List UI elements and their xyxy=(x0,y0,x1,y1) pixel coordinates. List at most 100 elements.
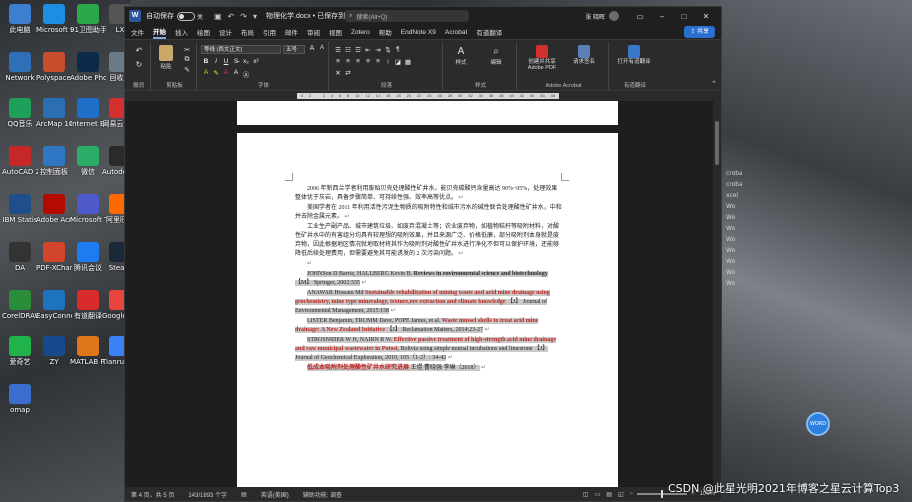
copy-icon[interactable]: ⧉ xyxy=(181,56,193,64)
avatar[interactable] xyxy=(609,11,619,21)
tab-2[interactable]: 插入 xyxy=(175,27,188,37)
minimize-icon[interactable]: – xyxy=(651,12,673,21)
sort-icon[interactable]: ⇅ xyxy=(383,46,393,54)
align-right-icon[interactable]: ≡ xyxy=(353,58,363,66)
shrink-font-icon[interactable]: A xyxy=(317,45,327,51)
zoom-out-icon[interactable]: − xyxy=(630,491,634,497)
ribbon-display-icon[interactable]: ▭ xyxy=(629,12,651,21)
show-marks-icon[interactable]: ¶ xyxy=(393,46,403,54)
desktop-icon[interactable]: Network xyxy=(2,52,38,82)
cut-icon[interactable]: ✂ xyxy=(181,46,193,54)
enclose-char-icon[interactable]: Ⓐ xyxy=(241,69,251,79)
ruler[interactable]: 4 2 2 4 6 8 10 12 14 16 18 20 22 24 26 28 30 32 34 36 38 40 42… xyxy=(125,91,721,101)
paste-button[interactable]: 粘贴 xyxy=(155,45,177,70)
desktop-icon[interactable]: Adobe Acrobat DC xyxy=(36,194,72,224)
desktop-icon[interactable]: 91卫图助手 xyxy=(70,4,106,34)
desktop-icon[interactable]: CorelDRAW 2019 (64-Bit) xyxy=(2,290,38,320)
desktop-icon[interactable]: AutoCAD 2022 xyxy=(2,146,38,176)
proofing-icon[interactable]: ▤ xyxy=(241,491,247,498)
collapse-ribbon-icon[interactable]: ⌃ xyxy=(711,80,717,88)
read-mode-icon[interactable]: ▭ xyxy=(595,491,601,498)
desktop-icon[interactable]: 爱奇艺 xyxy=(2,336,38,366)
desktop-icon[interactable]: Microsoft Edge xyxy=(36,4,72,34)
print-layout-icon[interactable]: ▤ xyxy=(606,491,612,498)
multilevel-icon[interactable]: ☲ xyxy=(353,46,363,54)
youdao-translate-button[interactable]: 打开有道翻译 xyxy=(615,45,653,65)
font-size-select[interactable]: 五号 xyxy=(283,45,305,54)
text-direction-icon[interactable]: ⇄ xyxy=(343,69,353,77)
tab-4[interactable]: 设计 xyxy=(219,27,232,37)
tab-3[interactable]: 绘图 xyxy=(197,27,210,37)
desktop-icon[interactable]: EasyConnect xyxy=(36,290,72,320)
desktop-icon[interactable]: MATLAB R2018a xyxy=(70,336,106,366)
vertical-scrollbar[interactable] xyxy=(713,101,721,489)
desktop-icon[interactable]: ZY xyxy=(36,336,72,366)
bullets-icon[interactable]: ☰ xyxy=(333,46,343,54)
desktop-icon[interactable]: 腾讯会议 xyxy=(70,242,106,272)
tab-0[interactable]: 文件 xyxy=(131,27,144,37)
font-color-icon[interactable]: A xyxy=(221,69,231,79)
redo-icon[interactable]: ↷ xyxy=(240,12,247,21)
desktop-icon[interactable]: ArcMap 10.8 xyxy=(36,98,72,128)
desktop-icon[interactable]: omap xyxy=(2,384,38,414)
redo-button[interactable]: ↻ xyxy=(131,60,147,69)
styles-button[interactable]: A 样式 xyxy=(449,46,473,66)
word-count[interactable]: 143/1893 个字 xyxy=(188,490,227,499)
text-effects-icon[interactable]: A xyxy=(201,69,211,79)
web-layout-icon[interactable]: ◱ xyxy=(618,491,624,498)
desktop-icon[interactable]: QQ音乐 xyxy=(2,98,38,128)
maximize-icon[interactable]: □ xyxy=(673,12,695,21)
desktop-icon[interactable]: Adobe Photoshop xyxy=(70,52,106,82)
tab-13[interactable]: Acrobat xyxy=(445,29,467,36)
increase-indent-icon[interactable]: ⇥ xyxy=(373,46,383,54)
shading-icon[interactable]: ◪ xyxy=(393,58,403,66)
language-indicator[interactable]: 英语(美国) xyxy=(261,490,289,499)
page-indicator[interactable]: 第 4 页，共 5 页 xyxy=(131,490,174,499)
desktop-icon[interactable]: Polyspace R2018a xyxy=(36,52,72,82)
desktop-icon[interactable]: 控制面板 xyxy=(36,146,72,176)
desktop-icon[interactable]: 有道翻译 xyxy=(70,290,106,320)
create-pdf-button[interactable]: 创建并共享 Adobe PDF xyxy=(521,45,563,71)
desktop-icon[interactable]: Microsoft Teams xyxy=(70,194,106,224)
document-body[interactable]: 2006 年新西兰学者利用废贻贝壳处理酸性矿井水，能贝壳碳酸钙含量高达 90%~… xyxy=(295,185,563,374)
tab-1[interactable]: 开始 xyxy=(153,26,166,39)
tab-11[interactable]: 帮助 xyxy=(379,27,392,37)
tab-14[interactable]: 有道翻译 xyxy=(476,27,502,37)
tab-12[interactable]: EndNote X9 xyxy=(401,29,436,36)
tab-6[interactable]: 引用 xyxy=(263,27,276,37)
desktop-icon[interactable]: DA xyxy=(2,242,38,272)
tab-9[interactable]: 视图 xyxy=(329,27,342,37)
distribute-icon[interactable]: ≡ xyxy=(373,58,383,66)
italic-button[interactable]: I xyxy=(211,58,221,65)
desktop-icon[interactable]: 微信 xyxy=(70,146,106,176)
user-name[interactable]: 张 晓晖 xyxy=(585,12,605,21)
desktop-icon[interactable]: Internet Explorer xyxy=(70,98,106,128)
editing-button[interactable]: ⌕ 编辑 xyxy=(481,46,511,66)
share-button[interactable]: ⇪ 共享 xyxy=(684,26,715,38)
desktop-icon[interactable]: PDF-XChange Viewer xyxy=(36,242,72,272)
tab-7[interactable]: 邮件 xyxy=(285,27,298,37)
line-spacing-icon[interactable]: ↕ xyxy=(383,58,393,66)
customize-qat-icon[interactable]: ▾ xyxy=(253,12,257,21)
floating-word-button[interactable]: WORD xyxy=(806,412,830,436)
chinese-layout-icon[interactable]: ✕ xyxy=(333,69,343,77)
format-painter-icon[interactable]: ✎ xyxy=(181,66,193,74)
align-center-icon[interactable]: ≡ xyxy=(343,58,353,66)
focus-icon[interactable]: ◫ xyxy=(583,491,589,498)
grow-font-icon[interactable]: A xyxy=(307,45,317,52)
search-input[interactable]: ⌕ 搜索(Alt+Q) xyxy=(345,10,469,22)
scrollbar-thumb[interactable] xyxy=(715,121,719,165)
desktop-icon[interactable]: 此电脑 xyxy=(2,4,38,34)
tab-10[interactable]: Zotero xyxy=(351,29,370,36)
borders-icon[interactable]: ▦ xyxy=(403,58,413,66)
desktop-icon[interactable]: IBM Statis xyxy=(2,194,38,224)
undo-icon[interactable]: ↶ xyxy=(228,12,235,21)
char-shading-icon[interactable]: A xyxy=(231,69,241,79)
font-name-select[interactable]: 等线 (西文正文) xyxy=(201,45,281,54)
decrease-indent-icon[interactable]: ⇤ xyxy=(363,46,373,54)
justify-icon[interactable]: ≡ xyxy=(363,58,373,66)
tab-8[interactable]: 审阅 xyxy=(307,27,320,37)
highlight-icon[interactable]: ✎ xyxy=(211,69,221,79)
undo-button[interactable]: ↶ xyxy=(131,46,147,55)
document-page[interactable]: 2006 年新西兰学者利用废贻贝壳处理酸性矿井水，能贝壳碳酸钙含量高达 90%~… xyxy=(237,133,618,489)
